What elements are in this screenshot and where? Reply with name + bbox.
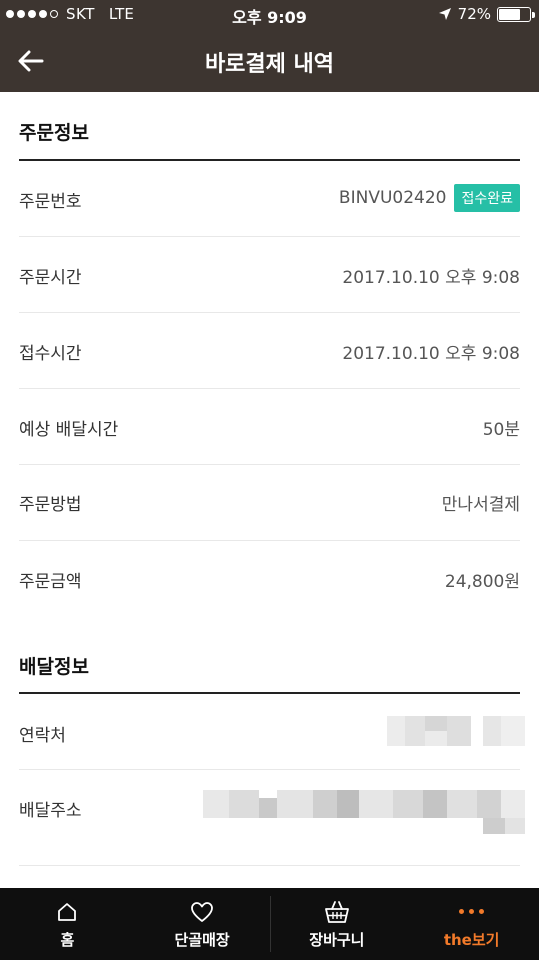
- order-time-value: 2017.10.10 오후 9:08: [342, 268, 520, 288]
- accept-time-row: 접수시간 2017.10.10 오후 9:08: [19, 313, 520, 389]
- expected-delivery-row: 예상 배달시간 50분: [19, 389, 520, 465]
- order-time-label: 주문시간: [19, 268, 82, 288]
- payment-method-label: 주문방법: [19, 495, 82, 515]
- home-icon: [58, 902, 77, 921]
- contact-value-redacted: [387, 716, 527, 746]
- order-amount-label: 주문금액: [19, 572, 82, 592]
- status-badge: 접수완료: [454, 184, 520, 212]
- tab-cart-label: 장바구니: [309, 930, 365, 949]
- order-amount-value: 24,800원: [444, 572, 520, 592]
- location-arrow-icon: [438, 8, 451, 20]
- navigation-bar: 바로결제 내역: [0, 30, 539, 92]
- expected-delivery-value: 50분: [482, 420, 520, 440]
- delivery-address-label: 배달주소: [19, 801, 82, 821]
- payment-method-row: 주문방법 만나서결제: [19, 465, 520, 541]
- delivery-info-title: 배달정보: [19, 656, 89, 678]
- battery-icon: [497, 6, 535, 22]
- tab-more-label: the보기: [443, 930, 500, 949]
- order-number-label: 주문번호: [19, 192, 82, 212]
- order-time-row: 주문시간 2017.10.10 오후 9:08: [19, 237, 520, 313]
- battery-percent: 72%: [457, 5, 491, 23]
- tab-cart[interactable]: 장바구니: [269, 888, 405, 960]
- contact-row: 연락처: [19, 694, 525, 770]
- status-bar: SKT LTE 오후 9:09 72%: [0, 0, 539, 30]
- tab-more[interactable]: the보기: [404, 888, 539, 960]
- expected-delivery-label: 예상 배달시간: [19, 420, 119, 440]
- order-number-value: BINVU02420: [338, 188, 447, 208]
- accept-time-label: 접수시간: [19, 344, 82, 364]
- heart-icon: [191, 901, 214, 922]
- order-number-row: 주문번호 BINVU02420 접수완료: [19, 161, 520, 237]
- order-amount-row: 주문금액 24,800원: [19, 541, 520, 617]
- tab-home[interactable]: 홈: [0, 888, 135, 960]
- bottom-tab-bar: 홈 단골매장 장바구니 the보기: [0, 888, 539, 960]
- more-dots-icon: [459, 909, 485, 914]
- tab-favorites-label: 단골매장: [174, 930, 230, 949]
- accept-time-value: 2017.10.10 오후 9:08: [342, 344, 520, 364]
- delivery-address-value-redacted: [203, 790, 525, 844]
- order-info-title: 주문정보: [19, 122, 89, 144]
- delivery-address-row: 배달주소: [19, 770, 525, 866]
- tab-divider: [269, 896, 271, 952]
- tab-home-label: 홈: [60, 930, 75, 949]
- contact-label: 연락처: [19, 726, 66, 746]
- tab-favorites[interactable]: 단골매장: [135, 888, 270, 960]
- basket-icon: [324, 900, 349, 923]
- payment-method-value: 만나서결제: [441, 495, 520, 515]
- page-title: 바로결제 내역: [204, 52, 335, 77]
